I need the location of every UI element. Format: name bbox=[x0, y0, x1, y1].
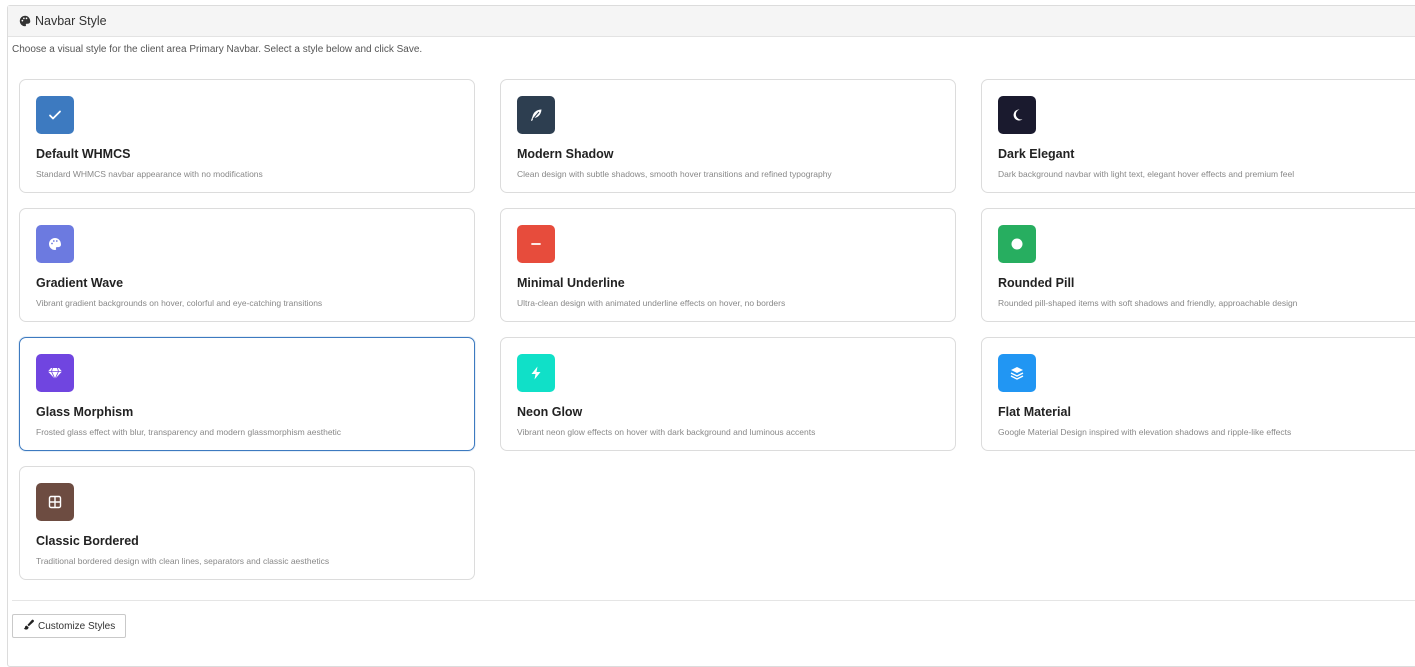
customize-styles-button[interactable]: Customize Styles bbox=[12, 614, 127, 638]
style-card-title: Rounded Pill bbox=[998, 276, 1075, 290]
style-card[interactable]: Modern Shadow Clean design with subtle sh… bbox=[500, 79, 956, 193]
style-card-description: Vibrant gradient backgrounds on hover, c… bbox=[36, 298, 323, 308]
style-card-title: Flat Material bbox=[998, 405, 1071, 419]
style-card[interactable]: Classic Bordered Traditional bordered des… bbox=[19, 466, 475, 580]
minus-icon bbox=[517, 225, 555, 263]
check-icon bbox=[36, 96, 74, 134]
style-card-title: Gradient Wave bbox=[36, 276, 124, 290]
style-card-description: Rounded pill-shaped items with soft shad… bbox=[998, 298, 1298, 308]
panel-title: Navbar Style bbox=[35, 14, 107, 28]
divider bbox=[12, 600, 1415, 601]
style-card-description: Dark background navbar with light text, … bbox=[998, 169, 1295, 179]
style-card[interactable]: Dark Elegant Dark background navbar with … bbox=[981, 79, 1415, 193]
style-card-description: Frosted glass effect with blur, transpar… bbox=[36, 427, 342, 437]
panel-heading: Navbar Style bbox=[8, 6, 1415, 37]
style-card-title: Neon Glow bbox=[517, 405, 583, 419]
customize-styles-label: Customize Styles bbox=[38, 620, 116, 632]
style-card-title: Dark Elegant bbox=[998, 147, 1075, 161]
style-card-description: Standard WHMCS navbar appearance with no… bbox=[36, 169, 263, 179]
style-card[interactable]: Default WHMCS Standard WHMCS navbar appea… bbox=[19, 79, 475, 193]
style-card[interactable]: Flat Material Google Material Design insp… bbox=[981, 337, 1415, 451]
style-card-title: Modern Shadow bbox=[517, 147, 614, 161]
style-card-description: Clean design with subtle shadows, smooth… bbox=[517, 169, 832, 179]
bolt-icon bbox=[517, 354, 555, 392]
grid-icon bbox=[36, 483, 74, 521]
style-card-description: Traditional bordered design with clean l… bbox=[36, 556, 330, 566]
circle-icon bbox=[998, 225, 1036, 263]
palette-icon bbox=[36, 225, 74, 263]
intro-text: Choose a visual style for the client are… bbox=[12, 44, 423, 55]
style-card[interactable]: Glass Morphism Frosted glass effect with … bbox=[19, 337, 475, 451]
style-card-title: Glass Morphism bbox=[36, 405, 134, 419]
style-card[interactable]: Neon Glow Vibrant neon glow effects on ho… bbox=[500, 337, 956, 451]
style-card[interactable]: Rounded Pill Rounded pill-shaped items wi… bbox=[981, 208, 1415, 322]
gem-icon bbox=[36, 354, 74, 392]
style-card[interactable]: Gradient Wave Vibrant gradient background… bbox=[19, 208, 475, 322]
style-card-description: Google Material Design inspired with ele… bbox=[998, 427, 1292, 437]
layers-icon bbox=[998, 354, 1036, 392]
style-card-title: Classic Bordered bbox=[36, 534, 139, 548]
moon-icon bbox=[998, 96, 1036, 134]
style-card-title: Default WHMCS bbox=[36, 147, 131, 161]
paintbrush-icon bbox=[23, 619, 35, 633]
feather-icon bbox=[517, 96, 555, 134]
style-card[interactable]: Minimal Underline Ultra-clean design with… bbox=[500, 208, 956, 322]
style-card-description: Vibrant neon glow effects on hover with … bbox=[517, 427, 816, 437]
style-card-description: Ultra-clean design with animated underli… bbox=[517, 298, 786, 308]
style-card-title: Minimal Underline bbox=[517, 276, 625, 290]
palette-icon bbox=[19, 15, 31, 27]
